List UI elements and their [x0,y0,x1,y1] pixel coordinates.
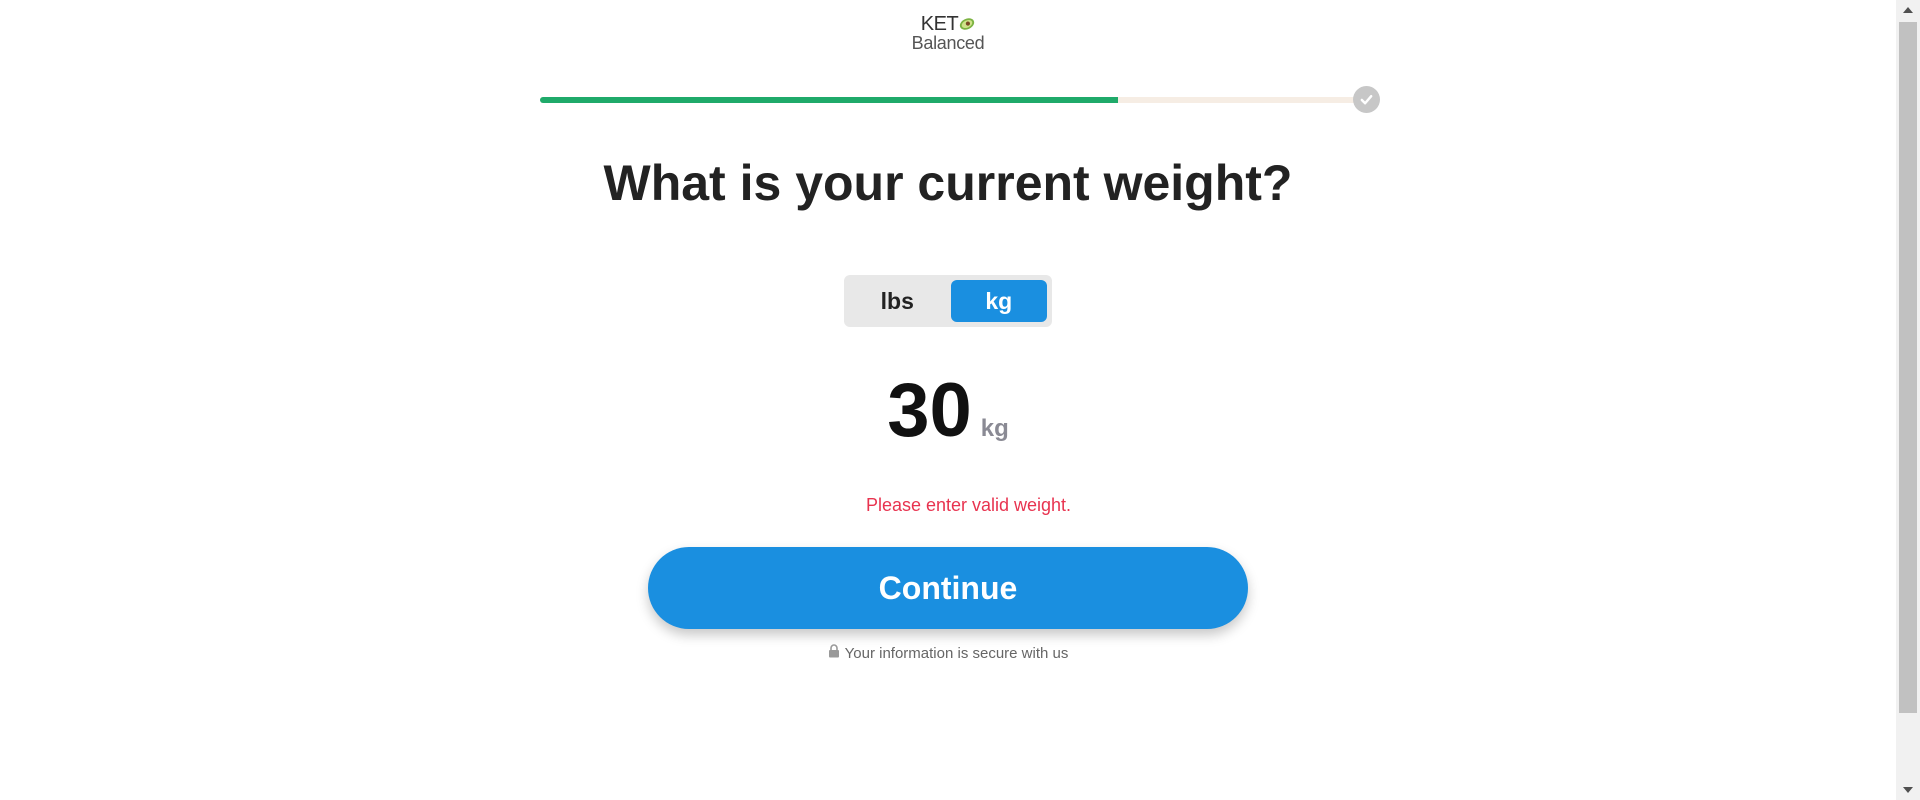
progress-bar [540,97,1366,103]
secure-note: Your information is secure with us [0,644,1896,662]
lock-icon [828,644,839,658]
vertical-scrollbar[interactable] [1896,0,1920,800]
logo-keto-text: KET [920,13,959,35]
scroll-down-arrow-icon [1903,787,1913,793]
logo-balanced-text: Balanced [911,33,985,53]
unit-toggle: lbs kg [844,275,1052,327]
secure-note-text: Your information is secure with us [844,645,1069,662]
weight-error-message: Please enter valid weight. [865,495,1072,515]
unit-lbs-button[interactable]: lbs [849,280,946,322]
check-icon [1360,95,1373,105]
progress-bar-fill [540,97,1119,103]
scroll-up-arrow-icon [1903,7,1913,13]
scrollbar-thumb[interactable] [1899,22,1917,713]
weight-unit-label: kg [980,415,1009,442]
weight-value[interactable]: 30 [887,366,972,456]
keto-balanced-logo: KET Balanced [906,14,990,54]
page-title: What is your current weight? [603,155,1293,211]
weight-display[interactable]: 30 kg [0,366,1896,456]
scroll-down-button[interactable] [1896,780,1920,800]
unit-kg-button[interactable]: kg [950,280,1047,322]
weight-step-page: KET Balanced What is your current weight… [0,0,1896,800]
avocado-icon [960,18,975,30]
continue-button[interactable]: Continue [648,547,1248,629]
scroll-up-button[interactable] [1896,0,1920,20]
progress-complete-check [1353,86,1380,113]
